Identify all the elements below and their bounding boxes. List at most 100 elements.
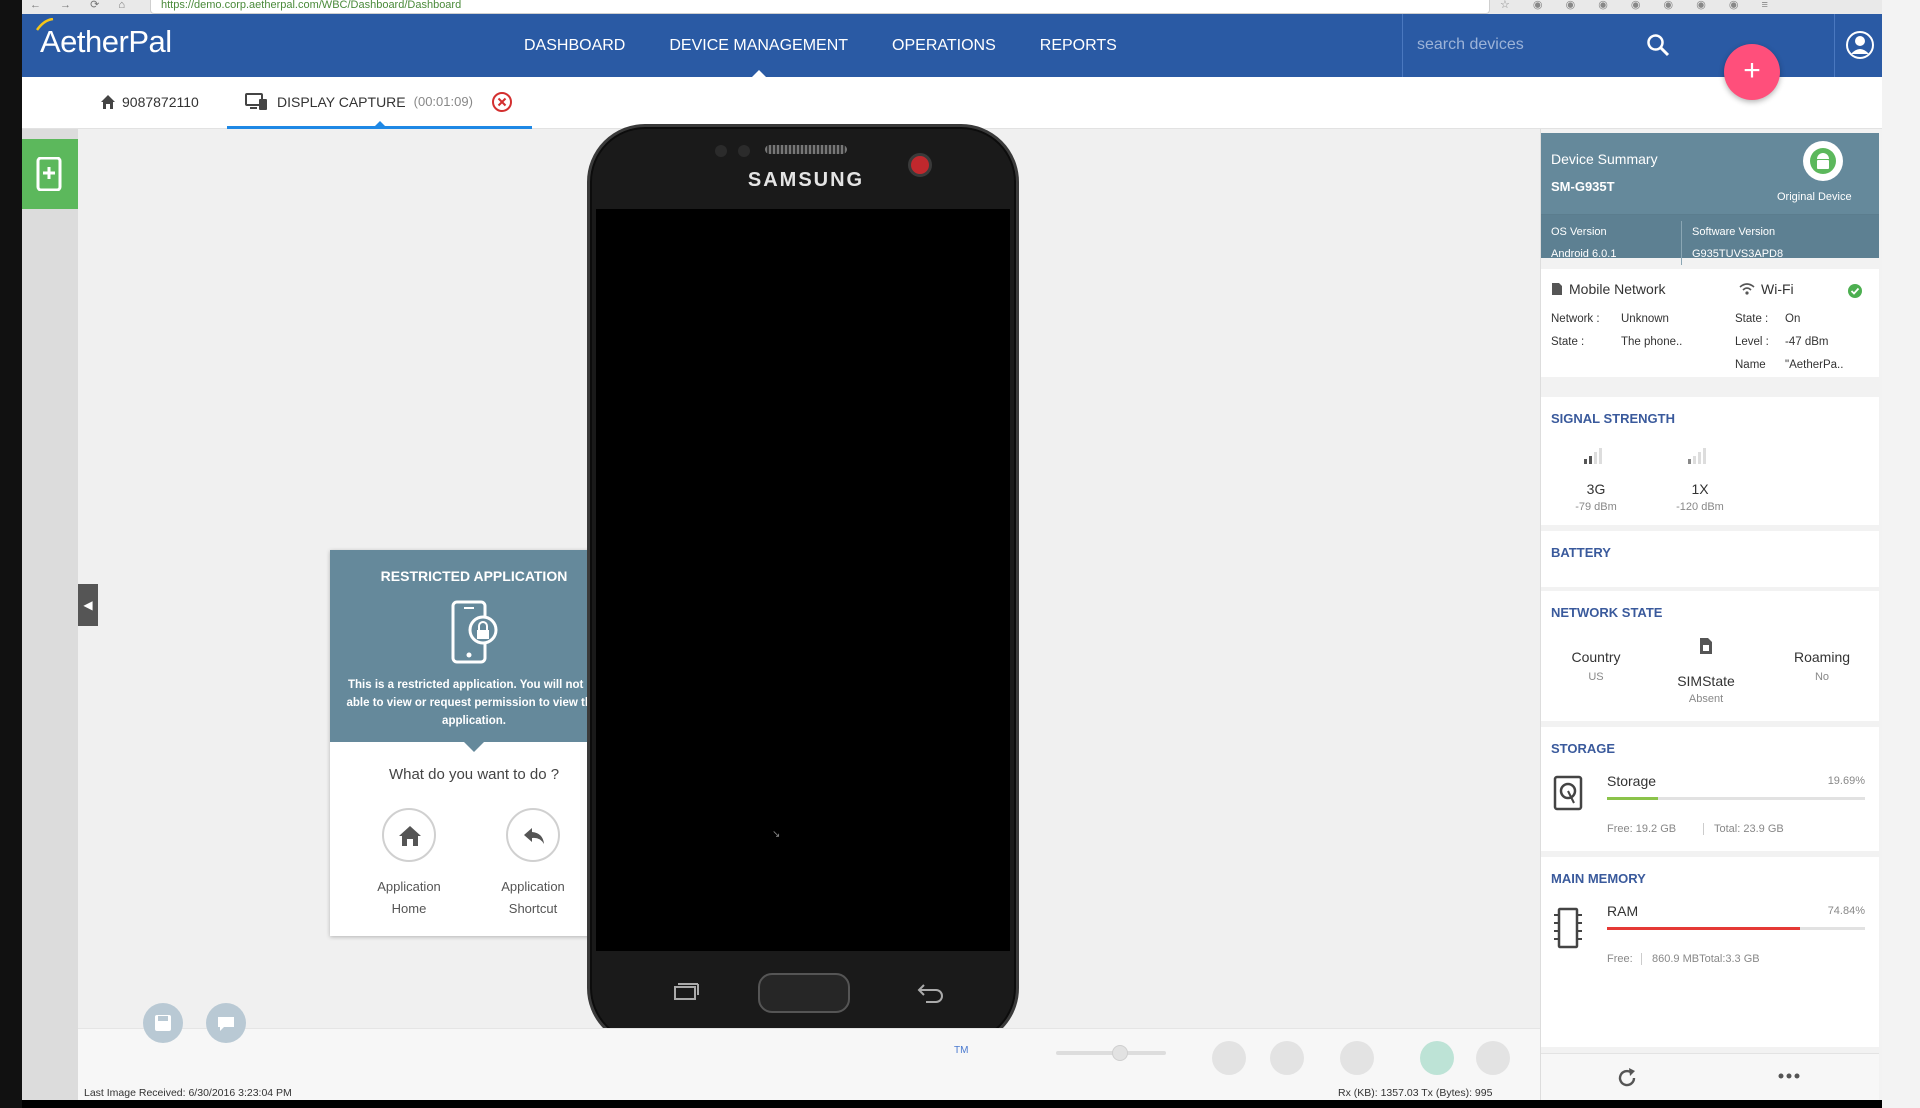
wifi-icon xyxy=(1739,283,1755,295)
top-navigation: AetherPal DASHBOARD DEVICE MANAGEMENT OP… xyxy=(22,14,1882,77)
browser-controls[interactable]: ← → ⟳ ⌂ xyxy=(30,0,133,11)
main-memory-title: MAIN MEMORY xyxy=(1551,871,1646,886)
nav-reports[interactable]: REPORTS xyxy=(1018,14,1139,77)
rotate-left-button[interactable] xyxy=(1212,1041,1246,1075)
back-key-icon[interactable] xyxy=(916,981,946,1003)
network-state-card: NETWORK STATE Country US SIMState Absent… xyxy=(1541,591,1879,721)
action-shortcut-line2: Shortcut xyxy=(508,901,558,916)
signal-strength-title: SIGNAL STRENGTH xyxy=(1551,411,1675,426)
trademark-mark: TM xyxy=(954,1045,969,1056)
zoom-slider[interactable] xyxy=(1056,1045,1166,1061)
nav-menu: DASHBOARD DEVICE MANAGEMENT OPERATIONS R… xyxy=(502,14,1139,77)
os-version: OS Version Android 6.0.1 xyxy=(1551,221,1616,265)
search-icon[interactable] xyxy=(1645,32,1671,58)
phone-lock-icon xyxy=(451,600,498,664)
restricted-question: What do you want to do ? xyxy=(388,766,560,783)
browser-extensions[interactable]: ☆ ◉ ◉ ◉ ◉ ◉ ◉ ◉ ≡ xyxy=(1500,0,1778,11)
ram-free-value: 860.9 MBTotal:3.3 GB xyxy=(1641,953,1760,965)
close-icon[interactable] xyxy=(491,91,513,113)
storage-label: Storage xyxy=(1607,773,1657,789)
add-button[interactable]: + xyxy=(1724,44,1780,100)
search-input[interactable] xyxy=(1417,32,1637,58)
restricted-message: This is a restricted application. You wi… xyxy=(346,679,602,727)
user-menu[interactable] xyxy=(1834,14,1882,77)
cursor-icon: ↘ xyxy=(772,829,781,840)
wifi-name-label: Name xyxy=(1735,359,1766,371)
application-shortcut-button[interactable]: Application Shortcut xyxy=(488,808,578,920)
nav-dashboard[interactable]: DASHBOARD xyxy=(502,14,647,77)
device-screen[interactable]: ↘ xyxy=(596,209,1010,951)
chat-icon xyxy=(218,1017,234,1031)
restricted-card-header: RESTRICTED APPLICATION This is a restric… xyxy=(330,550,618,742)
wifi-state-value: On xyxy=(1785,313,1801,325)
browser-url[interactable]: https://demo.corp.aetherpal.com/WBC/Dash… xyxy=(150,0,1490,14)
aetherpal-app: AetherPal DASHBOARD DEVICE MANAGEMENT OP… xyxy=(22,14,1882,1100)
move-button[interactable] xyxy=(1420,1041,1454,1075)
application-home-button[interactable]: Application Home xyxy=(364,808,454,920)
phone-home-key[interactable] xyxy=(758,973,850,1013)
application-shortcut-circle xyxy=(506,808,560,862)
device-summary-card: Device Summary SM-G935T Original Device … xyxy=(1541,133,1879,265)
refresh-icon[interactable] xyxy=(1615,1066,1639,1090)
application-home-circle xyxy=(382,808,436,862)
restricted-app-card: RESTRICTED APPLICATION This is a restric… xyxy=(330,550,618,936)
add-overlay-button[interactable] xyxy=(1476,1041,1510,1075)
save-icon xyxy=(155,1015,171,1031)
wifi-level-value: -47 dBm xyxy=(1785,336,1829,348)
browser-address-bar: ← → ⟳ ⌂ https://demo.corp.aetherpal.com/… xyxy=(0,0,1920,14)
expand-left-panel-button[interactable]: ◀ xyxy=(78,584,98,626)
nav-device-management[interactable]: DEVICE MANAGEMENT xyxy=(647,14,870,77)
wifi-name-value: "AetherPa.. xyxy=(1785,359,1844,371)
os-row: OS Version Android 6.0.1 Software Versio… xyxy=(1541,214,1879,265)
shortcut-icon xyxy=(524,828,544,844)
recents-key-icon[interactable] xyxy=(670,983,700,1001)
session-bar: 9087872110 DISPLAY CAPTURE (00:01:09) xyxy=(22,77,1882,129)
ram-progress-fill xyxy=(1607,927,1801,930)
device-phone: SAMSUNG ↘ xyxy=(587,124,1019,1046)
user-icon xyxy=(1846,31,1874,59)
home-icon xyxy=(101,95,115,109)
device-tools-button[interactable] xyxy=(22,139,78,209)
wifi-level-label: Level : xyxy=(1735,336,1769,348)
roaming-value: No xyxy=(1814,671,1830,683)
chat-button[interactable] xyxy=(206,1003,246,1043)
tab-display-capture[interactable]: DISPLAY CAPTURE (00:01:09) xyxy=(227,77,532,129)
left-rail xyxy=(22,129,78,1100)
edit-button[interactable] xyxy=(1270,1041,1304,1075)
software-version: Software Version G935TUVS3APD8 xyxy=(1681,221,1783,265)
signal-1x-value: -120 dBm xyxy=(1676,501,1724,513)
roaming-label: Roaming xyxy=(1793,649,1851,665)
os-version-value: Android 6.0.1 xyxy=(1551,248,1617,260)
logo[interactable]: AetherPal xyxy=(36,18,172,60)
nav-operations[interactable]: OPERATIONS xyxy=(870,14,1018,77)
home-icon xyxy=(399,826,421,846)
hard-drive-icon xyxy=(1553,775,1583,811)
wifi-state-label: State : xyxy=(1735,313,1769,325)
device-breadcrumb[interactable]: 9087872110 xyxy=(100,94,199,110)
device-plus-icon xyxy=(36,157,62,191)
wifi-heading: Wi-Fi xyxy=(1739,281,1794,297)
mobile-network-title: Mobile Network xyxy=(1569,281,1666,297)
state-label: State : xyxy=(1551,336,1585,348)
left-black-border xyxy=(0,0,22,1108)
sim-state-value: Absent xyxy=(1688,693,1724,705)
screenshot-button[interactable] xyxy=(143,1003,183,1043)
signal-bars-icon xyxy=(1688,448,1706,464)
main-memory-card: MAIN MEMORY RAM 74.84% Free: 860.9 MBTot… xyxy=(1541,857,1879,1047)
panel-footer xyxy=(1541,1053,1879,1100)
zoom-slider-knob[interactable] xyxy=(1112,1045,1128,1061)
network-card: Mobile Network Network : Unknown State :… xyxy=(1541,269,1879,377)
display-capture-icon xyxy=(245,92,267,110)
os-version-label: OS Version xyxy=(1551,226,1607,238)
device-number: 9087872110 xyxy=(122,94,199,110)
device-model: SM-G935T xyxy=(1551,179,1615,194)
state-value: The phone.. xyxy=(1621,336,1683,348)
sim-state-label: SIMState xyxy=(1677,673,1735,689)
more-icon[interactable] xyxy=(1777,1072,1801,1080)
action-home-line2: Home xyxy=(391,901,427,916)
device-summary-panel: Device Summary SM-G935T Original Device … xyxy=(1540,129,1882,1100)
frame-button[interactable] xyxy=(1340,1041,1374,1075)
front-sensor xyxy=(738,145,750,157)
tab-label: DISPLAY CAPTURE xyxy=(277,93,406,110)
ram-progress xyxy=(1607,927,1865,930)
